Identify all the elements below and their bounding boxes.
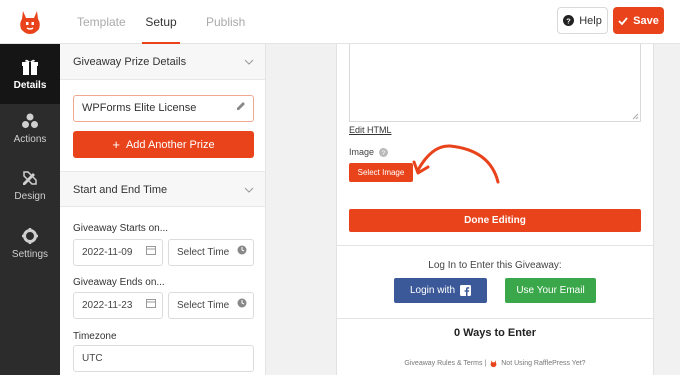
sidebar: Details Actions Design Settings <box>0 44 60 375</box>
prize-section-title: Giveaway Prize Details <box>73 56 187 68</box>
sidebar-item-label: Details <box>13 79 47 91</box>
top-bar: Template Setup Publish ? Help Save <box>0 0 680 44</box>
sidebar-item-design[interactable]: Design <box>0 155 60 215</box>
help-button[interactable]: ? Help <box>557 7 608 34</box>
facebook-login-label: Login with <box>409 285 456 296</box>
prize-name-field[interactable]: WPForms Elite License <box>73 95 254 122</box>
shapes-icon <box>22 113 38 128</box>
save-button[interactable]: Save <box>613 7 664 34</box>
sidebar-item-actions[interactable]: Actions <box>0 98 60 158</box>
divider <box>337 245 653 246</box>
tab-template[interactable]: Template <box>77 0 126 44</box>
login-heading: Log In to Enter this Giveaway: <box>428 260 562 271</box>
pencil-icon[interactable] <box>236 96 246 121</box>
save-label: Save <box>633 14 659 27</box>
start-date-value: 2022-11-09 <box>82 247 133 258</box>
annotation-arrow-icon <box>412 144 500 184</box>
add-prize-button[interactable]: + Add Another Prize <box>73 131 254 158</box>
gear-icon <box>22 227 38 244</box>
clock-icon <box>237 240 247 265</box>
select-image-button[interactable]: Select Image <box>349 163 413 182</box>
help-label: Help <box>579 14 602 27</box>
chevron-down-icon <box>244 44 254 80</box>
tab-setup[interactable]: Setup <box>142 0 180 44</box>
prize-name-value: WPForms Elite License <box>82 102 197 114</box>
sidebar-item-label: Settings <box>11 248 49 260</box>
start-time-placeholder: Select Time <box>177 247 230 258</box>
time-section-header[interactable]: Start and End Time <box>60 171 265 208</box>
settings-panel: Giveaway Prize Details WPForms Elite Lic… <box>60 44 266 375</box>
facebook-icon <box>460 285 472 296</box>
description-editor[interactable] <box>349 44 641 122</box>
svg-text:?: ? <box>382 150 386 157</box>
start-date-field[interactable]: 2022-11-09 <box>73 239 163 266</box>
rafflepress-logo-icon <box>490 360 497 368</box>
end-time-placeholder: Select Time <box>177 300 230 311</box>
email-login-button[interactable]: Use Your Email <box>505 278 596 303</box>
time-section-title: Start and End Time <box>73 184 168 196</box>
svg-text:?: ? <box>566 16 571 25</box>
sidebar-item-label: Design <box>14 190 46 202</box>
pencil-ruler-icon <box>23 170 37 185</box>
tab-publish[interactable]: Publish <box>206 0 245 44</box>
question-circle-icon: ? <box>563 15 575 26</box>
add-prize-label: Add Another Prize <box>125 138 215 151</box>
resize-handle-icon[interactable] <box>632 113 639 120</box>
chevron-down-icon <box>244 172 254 208</box>
card-footer: Giveaway Rules & Terms | Not Using Raffl… <box>337 359 653 368</box>
ends-label: Giveaway Ends on... <box>73 277 165 288</box>
rafflepress-promo-link[interactable]: Not Using RafflePress Yet? <box>501 360 585 367</box>
sidebar-item-label: Actions <box>13 133 47 145</box>
start-time-field[interactable]: Select Time <box>168 239 254 266</box>
facebook-login-button[interactable]: Login with <box>394 278 487 303</box>
end-date-value: 2022-11-23 <box>82 300 133 311</box>
rafflepress-logo-icon[interactable] <box>0 0 60 44</box>
divider <box>337 318 653 319</box>
timezone-value: UTC <box>82 353 103 364</box>
ways-to-enter-heading: 0 Ways to Enter <box>453 327 537 339</box>
calendar-icon <box>146 240 156 265</box>
image-field-label: Image ? <box>349 147 389 157</box>
plus-icon: + <box>112 137 120 152</box>
timezone-label: Timezone <box>73 331 117 342</box>
end-date-field[interactable]: 2022-11-23 <box>73 292 163 319</box>
question-circle-icon[interactable]: ? <box>379 147 389 157</box>
timezone-select[interactable]: UTC <box>73 345 254 372</box>
image-label: Image <box>349 147 375 157</box>
rules-link[interactable]: Giveaway Rules & Terms | <box>404 360 486 367</box>
prize-section-header[interactable]: Giveaway Prize Details <box>60 44 265 80</box>
clock-icon <box>237 293 247 318</box>
calendar-icon <box>146 293 156 318</box>
sidebar-item-details[interactable]: Details <box>0 44 60 104</box>
starts-label: Giveaway Starts on... <box>73 223 169 234</box>
sidebar-item-settings[interactable]: Settings <box>0 213 60 273</box>
gift-icon <box>22 59 38 75</box>
end-time-field[interactable]: Select Time <box>168 292 254 319</box>
done-editing-button[interactable]: Done Editing <box>349 209 641 232</box>
checkmark-icon <box>618 16 628 25</box>
edit-html-link[interactable]: Edit HTML <box>349 125 392 135</box>
